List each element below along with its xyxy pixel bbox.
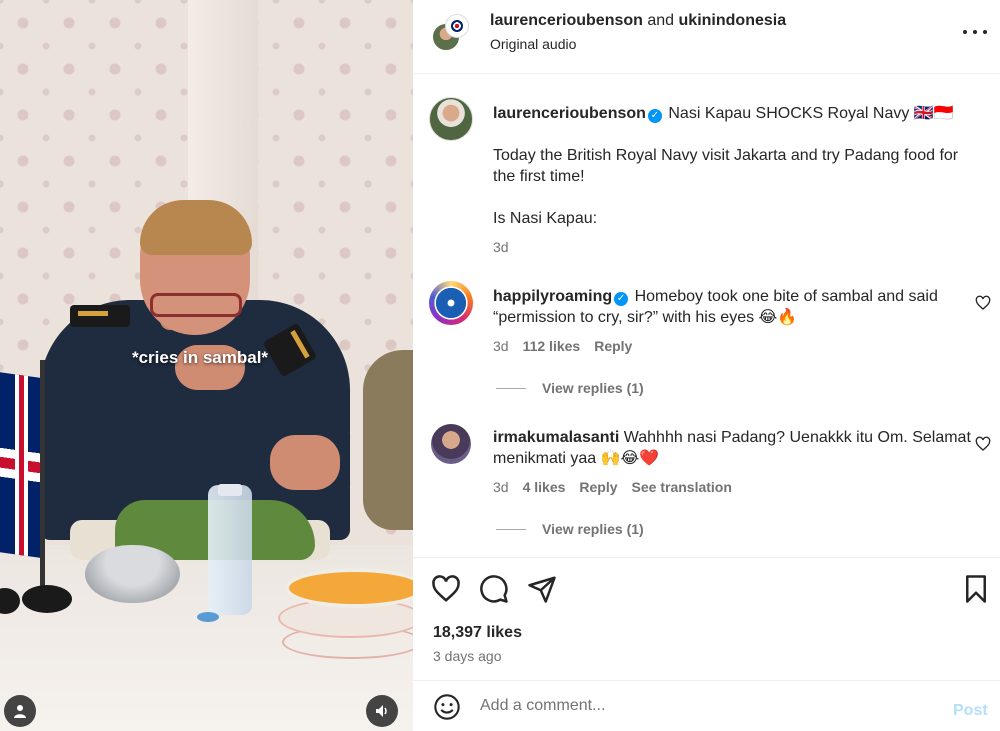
flag-base — [22, 585, 72, 613]
avatar[interactable] — [445, 14, 469, 38]
officer-hand-right — [270, 435, 340, 490]
bookmark-icon[interactable] — [961, 574, 991, 604]
user-icon — [14, 705, 26, 718]
username-link[interactable]: happilyroaming — [493, 288, 612, 305]
metal-bowl — [85, 545, 180, 603]
video-caption-overlay: *cries in sambal* — [131, 348, 269, 367]
collab-avatars[interactable] — [431, 14, 471, 54]
view-replies-button[interactable]: View replies (1) — [496, 521, 644, 537]
caption-meta: 3d — [493, 239, 509, 255]
comment-likes-count[interactable]: 4 likes — [523, 479, 566, 495]
view-replies-label: View replies (1) — [542, 521, 644, 537]
reply-button[interactable]: Reply — [594, 338, 632, 354]
comment-input[interactable] — [480, 691, 920, 721]
post-header: laurencerioubenson and ukinindonesia Ori… — [413, 0, 1000, 74]
post-side-panel: laurencerioubenson and ukinindonesia Ori… — [413, 0, 1000, 731]
caption-title: Nasi Kapau SHOCKS Royal Navy 🇬🇧🇮🇩 — [668, 105, 954, 122]
caption-text: laurencerioubenson ✓ Nasi Kapau SHOCKS Ro… — [493, 103, 973, 229]
verified-badge-icon: ✓ — [647, 109, 662, 123]
divider-line — [496, 528, 526, 530]
avatar[interactable] — [429, 97, 473, 141]
audio-link[interactable]: Original audio — [490, 36, 576, 52]
likes-count[interactable]: 18,397 likes — [433, 624, 522, 642]
avatar[interactable] — [429, 281, 473, 325]
epaulet-left — [70, 305, 130, 327]
post-button[interactable]: Post — [953, 702, 988, 720]
username-link[interactable]: laurencerioubenson — [490, 12, 643, 29]
caption-line: Is Nasi Kapau: — [493, 210, 598, 227]
media-panel[interactable]: *cries in sambal* — [0, 0, 413, 731]
bottle-cap — [218, 484, 242, 496]
soldier-figure — [363, 350, 413, 530]
comment-likes-count[interactable]: 112 likes — [523, 338, 581, 354]
flag-pole — [40, 360, 45, 600]
comments-section[interactable]: laurencerioubenson ✓ Nasi Kapau SHOCKS Ro… — [413, 75, 1000, 557]
emoji-icon[interactable] — [433, 693, 461, 721]
officer-hair — [140, 200, 252, 255]
speaker-icon — [376, 705, 387, 717]
see-translation-button[interactable]: See translation — [632, 479, 732, 495]
comment-text: irmakumalasanti Wahhhh nasi Padang? Uena… — [493, 427, 973, 469]
comment-meta: 3d 112 likes Reply — [493, 338, 632, 354]
divider-line — [496, 387, 526, 389]
reply-button[interactable]: Reply — [579, 479, 617, 495]
post-time[interactable]: 3 days ago — [433, 648, 502, 664]
collab-usernames: laurencerioubenson and ukinindonesia — [490, 12, 786, 30]
caption-time[interactable]: 3d — [493, 239, 509, 255]
sound-toggle-button[interactable] — [366, 695, 398, 727]
more-icon[interactable] — [963, 22, 987, 42]
comment-text: happilyroaming ✓ Homeboy took one bite of… — [493, 286, 973, 328]
post-actions: 18,397 likes 3 days ago — [413, 557, 1000, 680]
username-link[interactable]: ukinindonesia — [679, 12, 787, 29]
heart-icon[interactable] — [431, 574, 461, 604]
water-bottle — [208, 485, 252, 615]
view-replies-button[interactable]: View replies (1) — [496, 380, 644, 396]
username-link[interactable]: laurencerioubenson — [493, 105, 646, 122]
avatar[interactable] — [431, 424, 471, 464]
verified-badge-icon: ✓ — [614, 292, 629, 306]
comment-time[interactable]: 3d — [493, 479, 509, 495]
crest-icon — [451, 20, 463, 32]
view-replies-label: View replies (1) — [542, 380, 644, 396]
username-link[interactable]: irmakumalasanti — [493, 429, 619, 446]
officer-glasses — [150, 293, 242, 317]
tagged-users-button[interactable] — [4, 695, 36, 727]
comment-meta: 3d 4 likes Reply See translation — [493, 479, 732, 495]
share-icon[interactable] — [527, 574, 557, 604]
emoji-plate — [285, 568, 413, 608]
caption-line: Today the British Royal Navy visit Jakar… — [493, 147, 959, 185]
and-label: and — [647, 12, 675, 29]
blue-cap — [197, 612, 219, 622]
comment-like-icon[interactable] — [975, 295, 991, 311]
union-jack-flag — [0, 371, 45, 559]
comment-icon[interactable] — [479, 574, 509, 604]
comment-like-icon[interactable] — [975, 436, 991, 452]
comment-time[interactable]: 3d — [493, 338, 509, 354]
comment-composer: Post — [413, 680, 1000, 731]
